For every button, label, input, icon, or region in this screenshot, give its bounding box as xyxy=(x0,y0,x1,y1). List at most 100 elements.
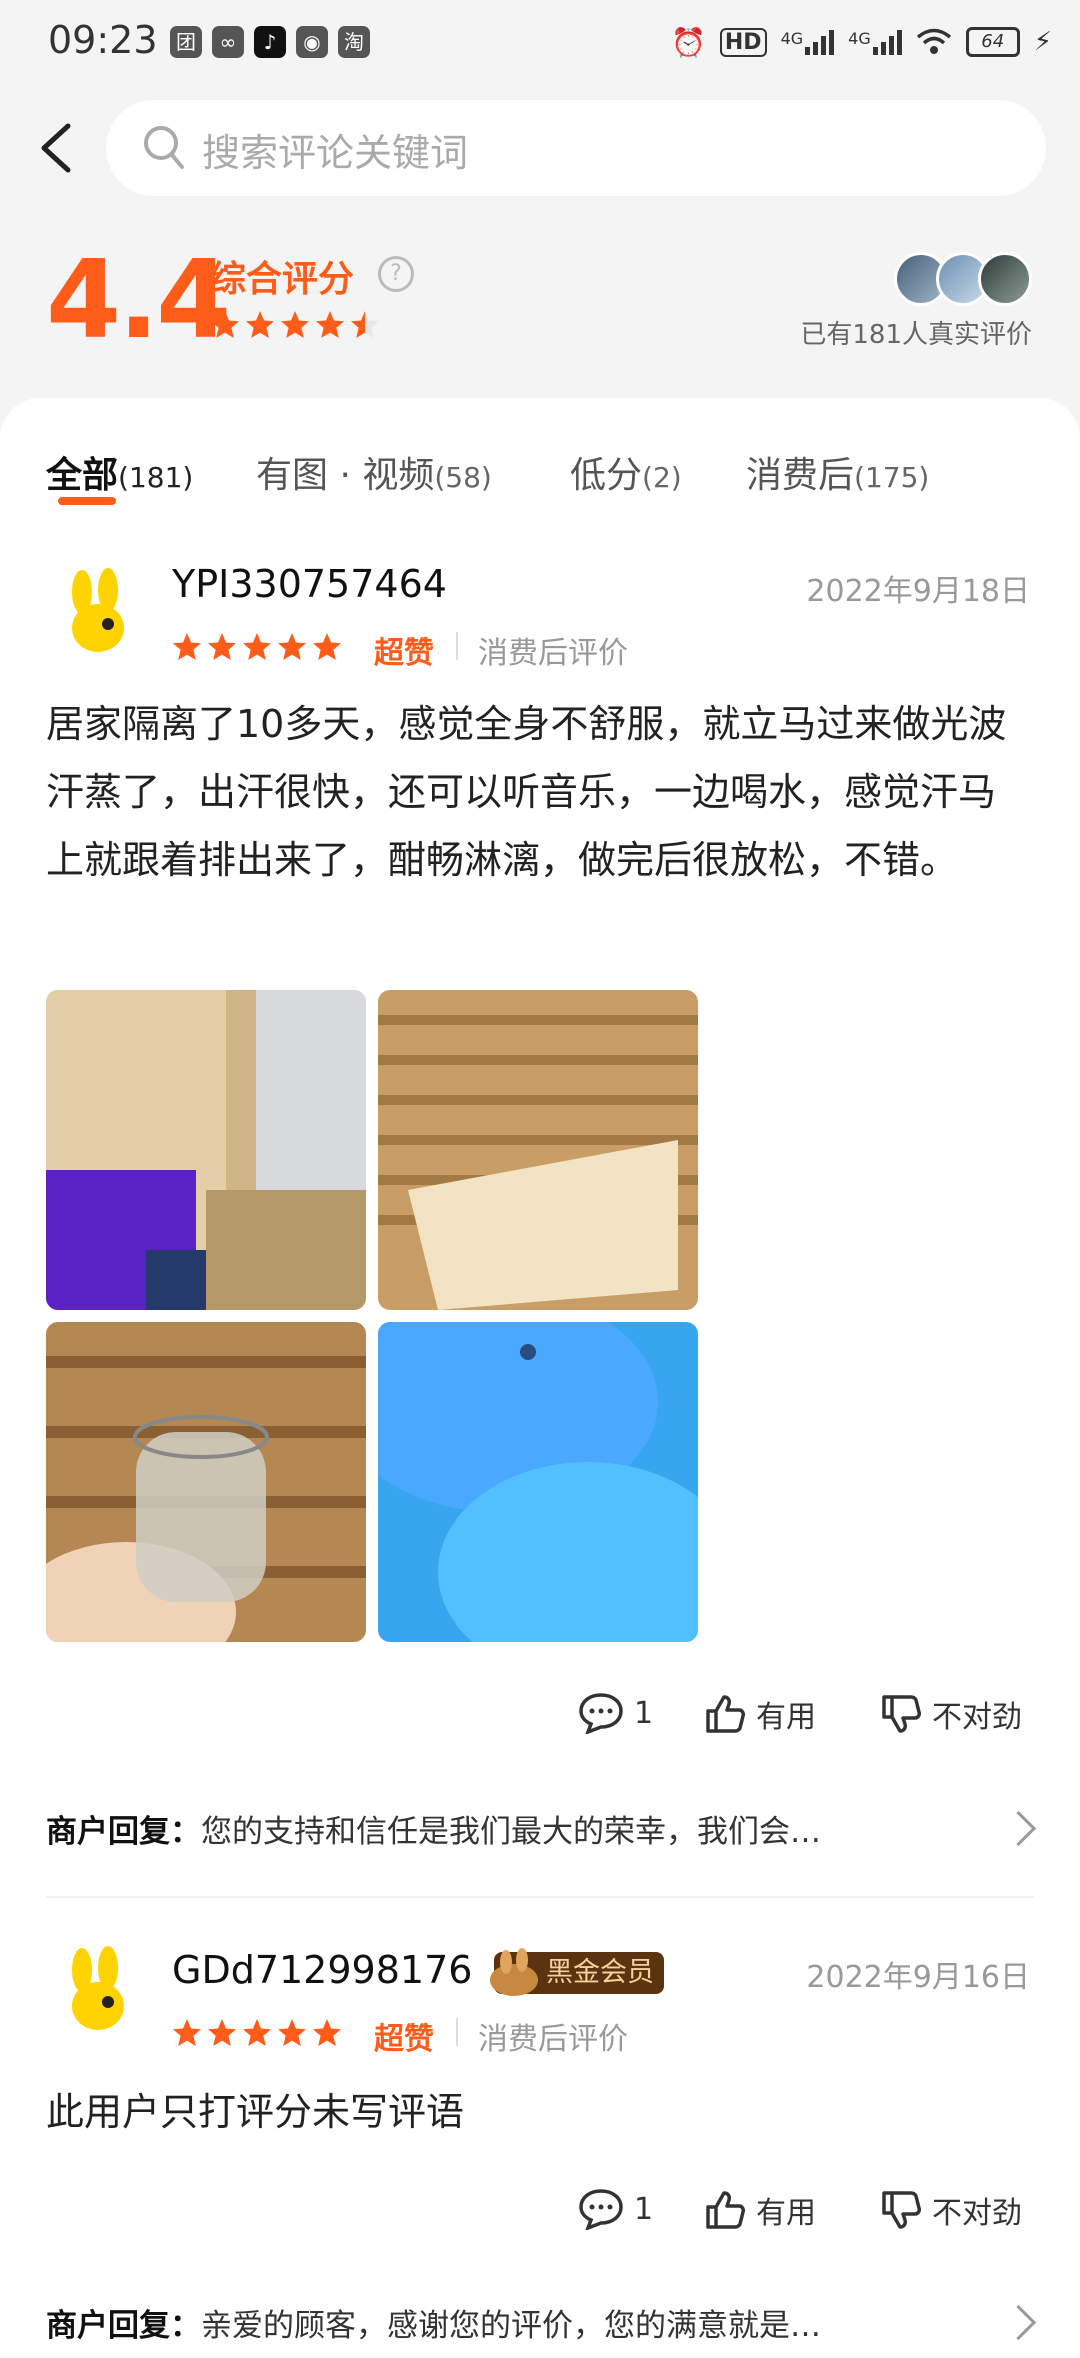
search-icon xyxy=(144,126,184,169)
hd-icon: HD xyxy=(719,27,767,57)
tiktok-app-icon: ♪ xyxy=(254,26,286,58)
review-tag: 消费后评价 xyxy=(478,636,628,671)
back-arrow-icon[interactable] xyxy=(36,122,76,174)
tab-label: 消费后 xyxy=(746,455,855,496)
status-bar: 09:23 团 ∞ ♪ ◉ 淘 ⏰ HD 4G 4G 64 ⚡ xyxy=(0,0,1080,90)
review-photo[interactable] xyxy=(378,990,698,1310)
not-right-button[interactable]: 不对劲 xyxy=(880,2188,1022,2232)
help-icon[interactable]: ? xyxy=(378,256,414,292)
star-icon xyxy=(243,633,271,660)
tab-count: (181) xyxy=(118,461,194,494)
signal-2: 4G xyxy=(848,29,902,55)
avatar[interactable] xyxy=(46,1940,146,2040)
tab-photo-video[interactable]: 有图 · 视频(58) xyxy=(256,446,492,498)
username[interactable]: YPI330757464 xyxy=(172,562,447,606)
avatar xyxy=(978,252,1032,306)
star-icon xyxy=(278,2019,306,2046)
review-date: 2022年9月18日 xyxy=(806,574,1030,609)
tab-low-score[interactable]: 低分(2) xyxy=(570,446,682,498)
reviewer-avatars xyxy=(894,252,1032,306)
signal-bars-icon xyxy=(805,29,835,55)
status-indicators: ⏰ HD 4G 4G 64 ⚡ xyxy=(671,22,1052,62)
vip-badge-label: 黑金会员 xyxy=(546,1957,654,1988)
wifi-icon xyxy=(916,28,951,54)
star-icon xyxy=(173,633,201,660)
vip-badge: 黑金会员 xyxy=(490,1948,664,1996)
comment-button[interactable]: 1 xyxy=(578,1692,653,1734)
vip-crown-icon xyxy=(490,1948,538,1996)
tab-label: 全部 xyxy=(46,455,119,496)
review-photo[interactable] xyxy=(46,1322,366,1642)
star-icon xyxy=(173,2019,201,2046)
clock: 09:23 xyxy=(48,18,158,62)
star-icon xyxy=(281,311,309,338)
tab-count: (58) xyxy=(434,461,492,494)
star-icon xyxy=(246,311,274,338)
taobao-app-icon: 淘 xyxy=(338,26,370,58)
comment-count: 1 xyxy=(634,1695,654,1731)
star-icon xyxy=(278,633,306,660)
not-right-button[interactable]: 不对劲 xyxy=(880,1692,1022,1736)
signal-1: 4G xyxy=(781,29,835,55)
merchant-reply-label: 商户回复： xyxy=(46,1814,201,1850)
merchant-reply-text: 亲爱的顾客，感谢您的评价，您的满意就是… xyxy=(201,2308,821,2344)
star-icon xyxy=(313,633,341,660)
merchant-reply-label: 商户回复： xyxy=(46,2308,201,2344)
merchant-reply[interactable]: 商户回复：您的支持和信任是我们最大的荣幸，我们会… xyxy=(46,1806,821,1851)
overall-score-label: 综合评分 xyxy=(210,259,355,300)
camera-app-icon: ◉ xyxy=(296,26,328,58)
review-date: 2022年9月16日 xyxy=(806,1960,1030,1995)
merchant-reply-text: 您的支持和信任是我们最大的荣幸，我们会… xyxy=(201,1814,821,1850)
link-app-icon: ∞ xyxy=(212,26,244,58)
useful-label: 有用 xyxy=(756,1700,816,1735)
thumbs-down-icon xyxy=(882,1695,921,1733)
thumbs-down-icon xyxy=(882,2191,921,2229)
useful-button[interactable]: 有用 xyxy=(704,1692,816,1736)
alarm-icon: ⏰ xyxy=(671,25,706,59)
rating-word: 超赞 xyxy=(374,2022,434,2057)
useful-button[interactable]: 有用 xyxy=(704,2188,816,2232)
review-stars xyxy=(172,632,342,662)
review-text: 居家隔离了10多天，感觉全身不舒服，就立马过来做光波汗蒸了，出汗很快，还可以听音… xyxy=(46,702,1007,882)
star-icon xyxy=(243,2019,271,2046)
divider xyxy=(456,632,458,660)
real-review-count: 已有181人真实评价 xyxy=(800,320,1032,350)
tab-all[interactable]: 全部(181) xyxy=(46,446,193,498)
star-icon xyxy=(313,2019,341,2046)
review-stars xyxy=(172,2018,342,2048)
thumbs-up-icon xyxy=(706,2191,745,2229)
not-right-label: 不对劲 xyxy=(932,1700,1022,1735)
avatar[interactable] xyxy=(46,562,146,662)
rating-word: 超赞 xyxy=(374,636,434,671)
merchant-reply[interactable]: 商户回复：亲爱的顾客，感谢您的评价，您的满意就是… xyxy=(46,2300,821,2345)
charging-icon: ⚡ xyxy=(1033,27,1052,57)
divider xyxy=(46,1896,1034,1898)
review-tag: 消费后评价 xyxy=(478,2022,628,2057)
review-text: 此用户只打评分未写评语 xyxy=(46,2090,465,2134)
comment-icon xyxy=(579,2189,623,2230)
tab-indicator xyxy=(58,497,116,505)
search-input[interactable]: 搜索评论关键词 xyxy=(106,100,1046,196)
tab-after-purchase[interactable]: 消费后(175) xyxy=(746,446,929,498)
star-icon xyxy=(208,2019,236,2046)
battery-icon: 64 xyxy=(965,27,1020,57)
username[interactable]: GDd712998176 xyxy=(172,1948,472,1992)
comment-icon xyxy=(579,1693,623,1734)
tab-count: (2) xyxy=(642,461,682,494)
star-icon xyxy=(351,311,379,338)
star-icon xyxy=(211,311,239,338)
tab-count: (175) xyxy=(854,461,930,494)
star-icon xyxy=(316,311,344,338)
review-photo[interactable] xyxy=(378,1322,698,1642)
comment-button[interactable]: 1 xyxy=(578,2188,653,2230)
star-icon xyxy=(208,633,236,660)
search-placeholder: 搜索评论关键词 xyxy=(202,131,469,175)
thumbs-up-icon xyxy=(706,1695,745,1733)
tab-label: 低分 xyxy=(570,455,643,496)
signal-bars-icon xyxy=(872,29,902,55)
comment-count: 1 xyxy=(634,2191,654,2227)
review-photo[interactable] xyxy=(46,990,366,1310)
overall-score: 4.4 xyxy=(46,238,231,363)
not-right-label: 不对劲 xyxy=(932,2196,1022,2231)
tab-label: 有图 · 视频 xyxy=(256,455,435,496)
